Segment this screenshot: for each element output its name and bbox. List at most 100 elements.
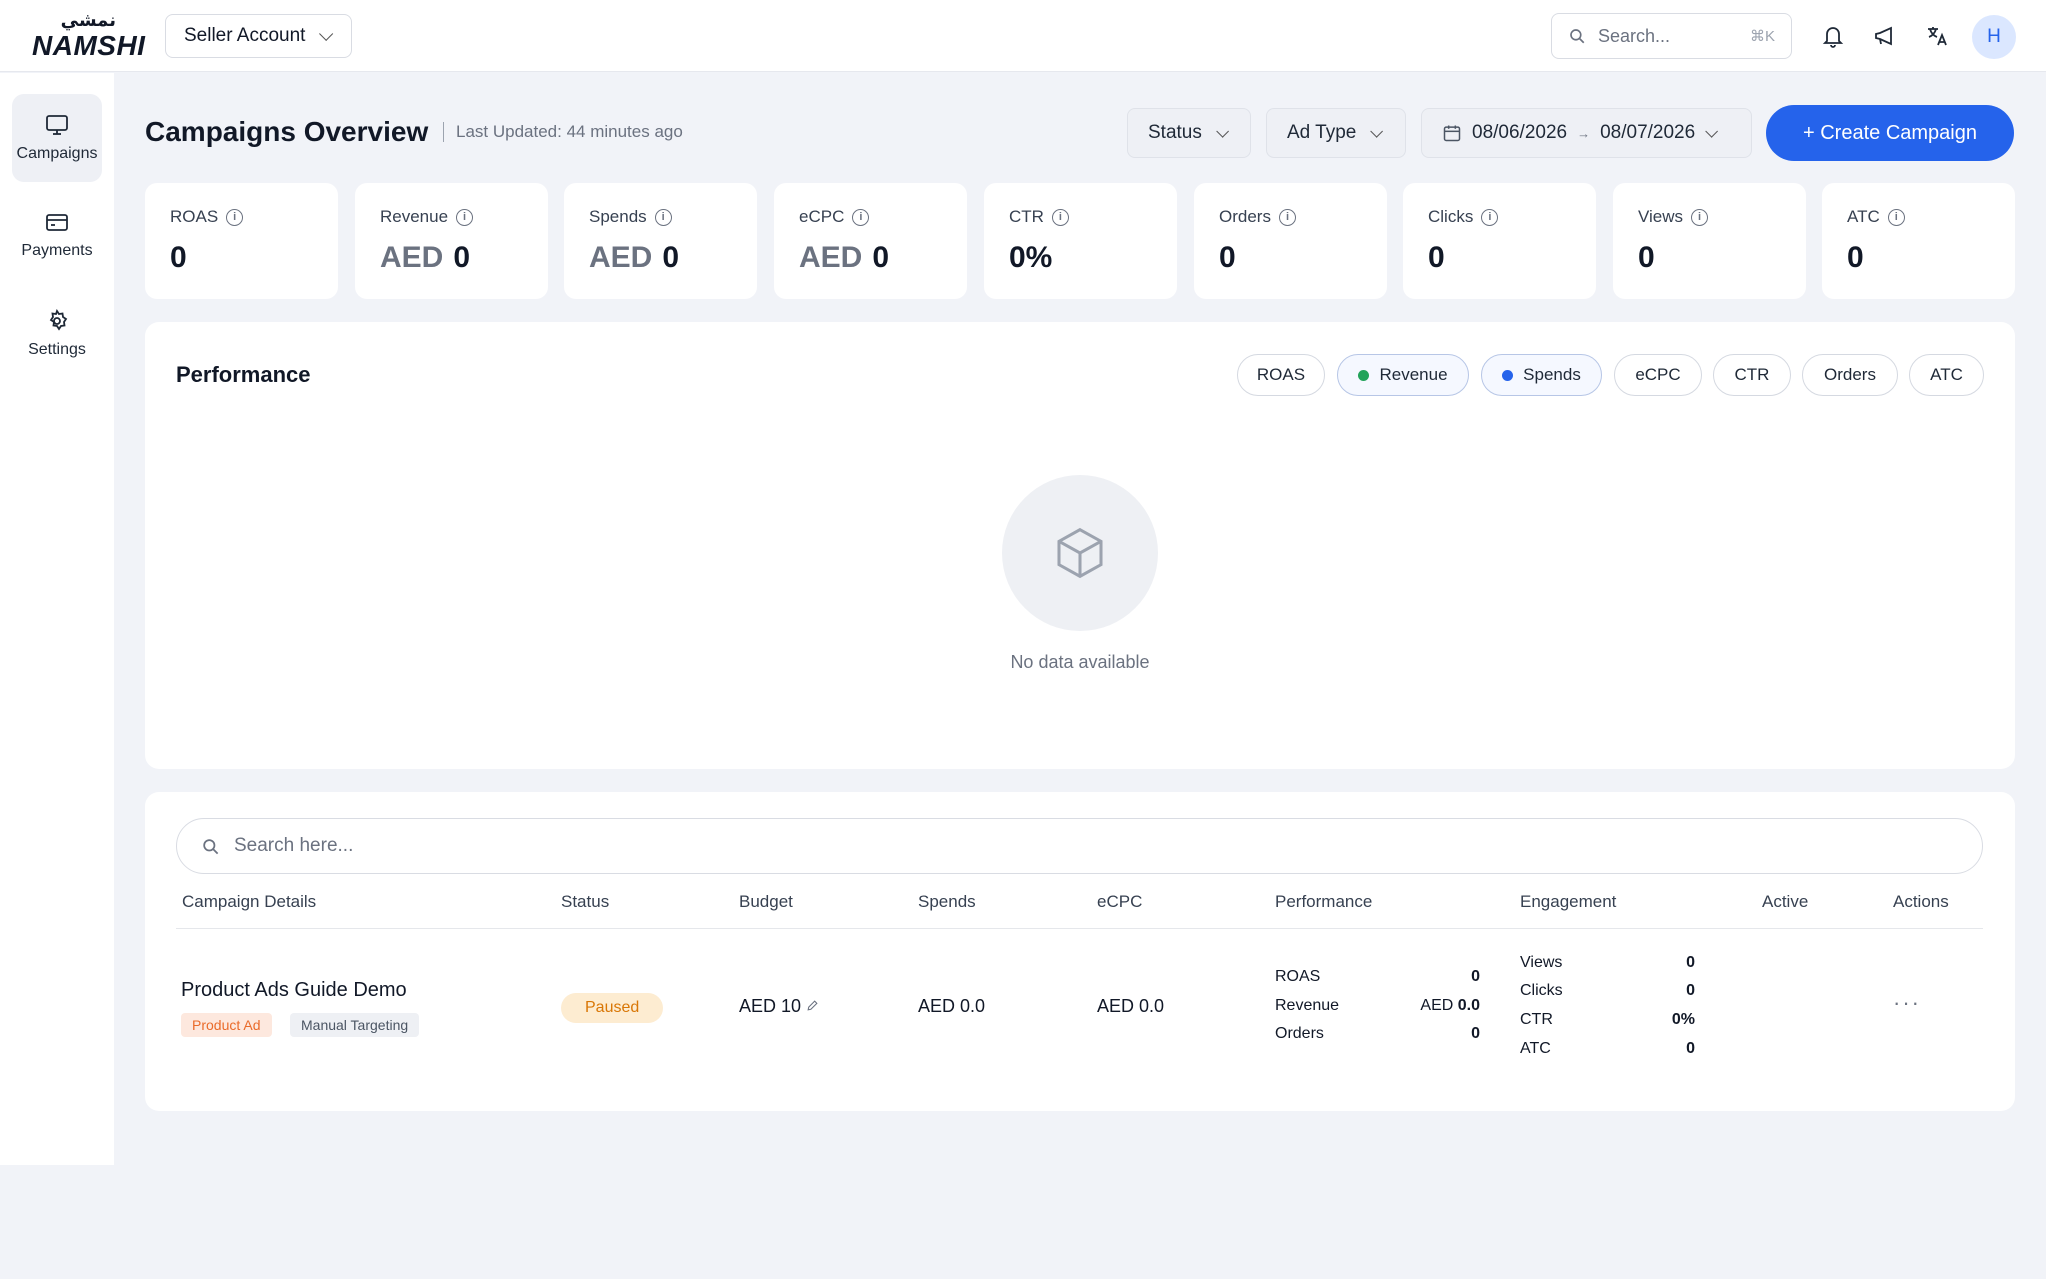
kpi-card-atc: ATC i 0 xyxy=(1822,183,2015,299)
perf-metric-label: ROAS xyxy=(1275,968,1321,985)
info-icon[interactable]: i xyxy=(1887,208,1905,226)
eng-metric-value: 0 xyxy=(1686,982,1695,999)
top-bar: نمشي NAMSHI Seller Account Search... ⌘K … xyxy=(0,0,2046,72)
sidebar-item-label: Campaigns xyxy=(16,145,98,162)
performance-title: Performance xyxy=(176,362,311,387)
sidebar-item-campaigns[interactable]: Campaigns xyxy=(12,94,102,182)
kpi-value: 0 xyxy=(1219,241,1236,274)
metric-toggle-ctr[interactable]: CTR xyxy=(1713,354,1791,396)
spends-dot xyxy=(1502,369,1514,381)
perf-metric-number: 0.0 xyxy=(1457,997,1480,1014)
account-selector[interactable]: Seller Account xyxy=(165,14,352,58)
kpi-value: 0 xyxy=(170,241,187,274)
eng-metric-value: 0% xyxy=(1671,1011,1695,1028)
row-actions-menu-icon[interactable]: ··· xyxy=(1893,990,1921,1016)
info-icon[interactable]: i xyxy=(1481,208,1499,226)
status-filter[interactable]: Status xyxy=(1127,108,1251,158)
search-icon xyxy=(203,838,219,854)
metric-toggle-atc[interactable]: ATC xyxy=(1909,354,1984,396)
column-header: Actions xyxy=(1893,892,1949,911)
gear-icon xyxy=(49,309,68,331)
column-header: eCPC xyxy=(1097,892,1143,911)
kpi-value: 0 xyxy=(453,241,471,274)
bell-icon[interactable] xyxy=(1816,18,1850,54)
column-header: Active xyxy=(1762,892,1809,911)
kpi-label: eCPC xyxy=(799,207,845,226)
status-badge: Paused xyxy=(561,993,664,1023)
chevron-down-icon xyxy=(1705,124,1719,138)
metric-toggle-label: ATC xyxy=(1930,365,1963,384)
date-to: 08/07/2026 xyxy=(1600,122,1696,143)
monitor-icon xyxy=(46,115,68,135)
table-search-input[interactable]: Search here... xyxy=(176,818,1983,874)
kpi-label: ROAS xyxy=(170,207,219,226)
search-icon xyxy=(1570,29,1585,44)
kpi-card-ecpc: eCPC i AED 0 xyxy=(774,183,967,299)
info-icon[interactable]: i xyxy=(1278,208,1296,226)
sidebar-item-settings[interactable]: Settings xyxy=(12,290,102,378)
create-campaign-button[interactable]: + Create Campaign xyxy=(1766,105,2014,161)
kpi-value: 0 xyxy=(872,241,890,274)
info-icon[interactable]: i xyxy=(654,208,672,226)
metric-toggle-spends[interactable]: Spends xyxy=(1481,354,1602,396)
budget-cell: AED 10 xyxy=(739,996,819,1017)
kpi-card-revenue: Revenue i AED 0 xyxy=(355,183,548,299)
kpi-label: ATC xyxy=(1847,207,1880,226)
metric-toggle-orders[interactable]: Orders xyxy=(1802,354,1898,396)
sidebar-item-label: Settings xyxy=(28,341,86,358)
info-icon[interactable]: i xyxy=(1691,208,1709,226)
revenue-dot xyxy=(1358,369,1370,381)
chevron-down-icon xyxy=(1216,124,1229,138)
perf-metric-value: 0 xyxy=(1471,1025,1480,1042)
info-icon[interactable]: i xyxy=(852,208,870,226)
eng-metric-label: CTR xyxy=(1520,1011,1553,1028)
kpi-card-spends: Spends i AED 0 xyxy=(564,183,757,299)
sidebar: Campaigns Payments Settings xyxy=(0,73,114,1165)
global-search-input[interactable]: Search... ⌘K xyxy=(1551,13,1792,59)
ad-type-filter[interactable]: Ad Type xyxy=(1266,108,1406,158)
metric-toggle-label: eCPC xyxy=(1635,365,1681,384)
budget-value: AED 10 xyxy=(739,996,802,1016)
kpi-label: Views xyxy=(1638,207,1684,226)
performance-card: Performance ROAS Revenue Spends eCPC CTR… xyxy=(145,322,2015,769)
chevron-down-icon xyxy=(319,26,334,41)
namshi-logo[interactable]: نمشي NAMSHI xyxy=(32,10,146,61)
credit-card-icon xyxy=(46,214,68,231)
eng-metric-label: Views xyxy=(1520,954,1563,971)
megaphone-icon[interactable] xyxy=(1868,18,1902,54)
top-actions xyxy=(1816,18,1954,54)
box-icon xyxy=(1057,527,1103,579)
ad-type-filter-label: Ad Type xyxy=(1287,122,1357,143)
kpi-value: 0 xyxy=(1847,241,1864,274)
campaign-name[interactable]: Product Ads Guide Demo xyxy=(181,979,407,1002)
logo-text: NAMSHI xyxy=(32,30,146,61)
metric-toggle-label: Spends xyxy=(1523,365,1581,384)
perf-metric-label: Revenue xyxy=(1275,997,1340,1014)
metric-toggle-revenue[interactable]: Revenue xyxy=(1337,354,1469,396)
info-icon[interactable]: i xyxy=(456,208,474,226)
perf-metric-label: Orders xyxy=(1275,1025,1324,1042)
metric-toggle-ecpc[interactable]: eCPC xyxy=(1614,354,1702,396)
kpi-value: 0 xyxy=(1428,241,1445,274)
perf-metric-currency: AED xyxy=(1420,997,1454,1014)
info-icon[interactable]: i xyxy=(226,208,244,226)
column-header: Campaign Details xyxy=(182,892,317,911)
ecpc-value: AED 0.0 xyxy=(1097,996,1165,1016)
kpi-currency: AED xyxy=(799,241,863,274)
translate-icon[interactable] xyxy=(1920,18,1954,54)
user-avatar[interactable]: H xyxy=(1972,15,2016,59)
edit-pencil-icon[interactable] xyxy=(806,999,819,1012)
empty-state-illustration xyxy=(1002,475,1158,631)
campaigns-table-card: Search here... Campaign Details Status B… xyxy=(145,792,2015,1111)
kpi-label: Clicks xyxy=(1428,207,1474,226)
tag-product-ad: Product Ad xyxy=(181,1013,272,1037)
search-shortcut: ⌘K xyxy=(1749,28,1775,45)
date-range-picker[interactable]: 08/06/2026 → 08/07/2026 xyxy=(1421,108,1752,158)
info-icon[interactable]: i xyxy=(1051,208,1069,226)
perf-metric-value: AED 0.0 xyxy=(1395,997,1480,1015)
kpi-value: 0 xyxy=(662,241,680,274)
sidebar-item-payments[interactable]: Payments xyxy=(12,192,102,280)
kpi-card-roas: ROAS i 0 xyxy=(145,183,338,299)
account-selector-label: Seller Account xyxy=(184,25,306,46)
metric-toggle-roas[interactable]: ROAS xyxy=(1237,354,1325,396)
